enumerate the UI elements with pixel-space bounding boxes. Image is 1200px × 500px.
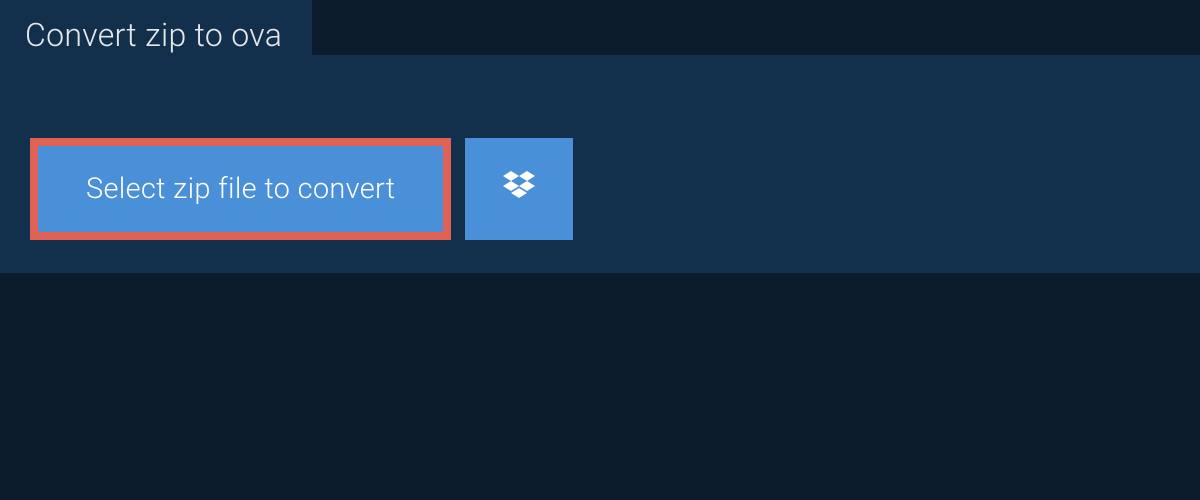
dropbox-icon [499, 167, 539, 211]
page-title: Convert zip to ova [25, 16, 282, 54]
select-file-label: Select zip file to convert [86, 172, 395, 206]
dropbox-button[interactable] [465, 138, 573, 240]
button-row: Select zip file to convert [30, 138, 573, 240]
select-file-button[interactable]: Select zip file to convert [30, 138, 451, 240]
